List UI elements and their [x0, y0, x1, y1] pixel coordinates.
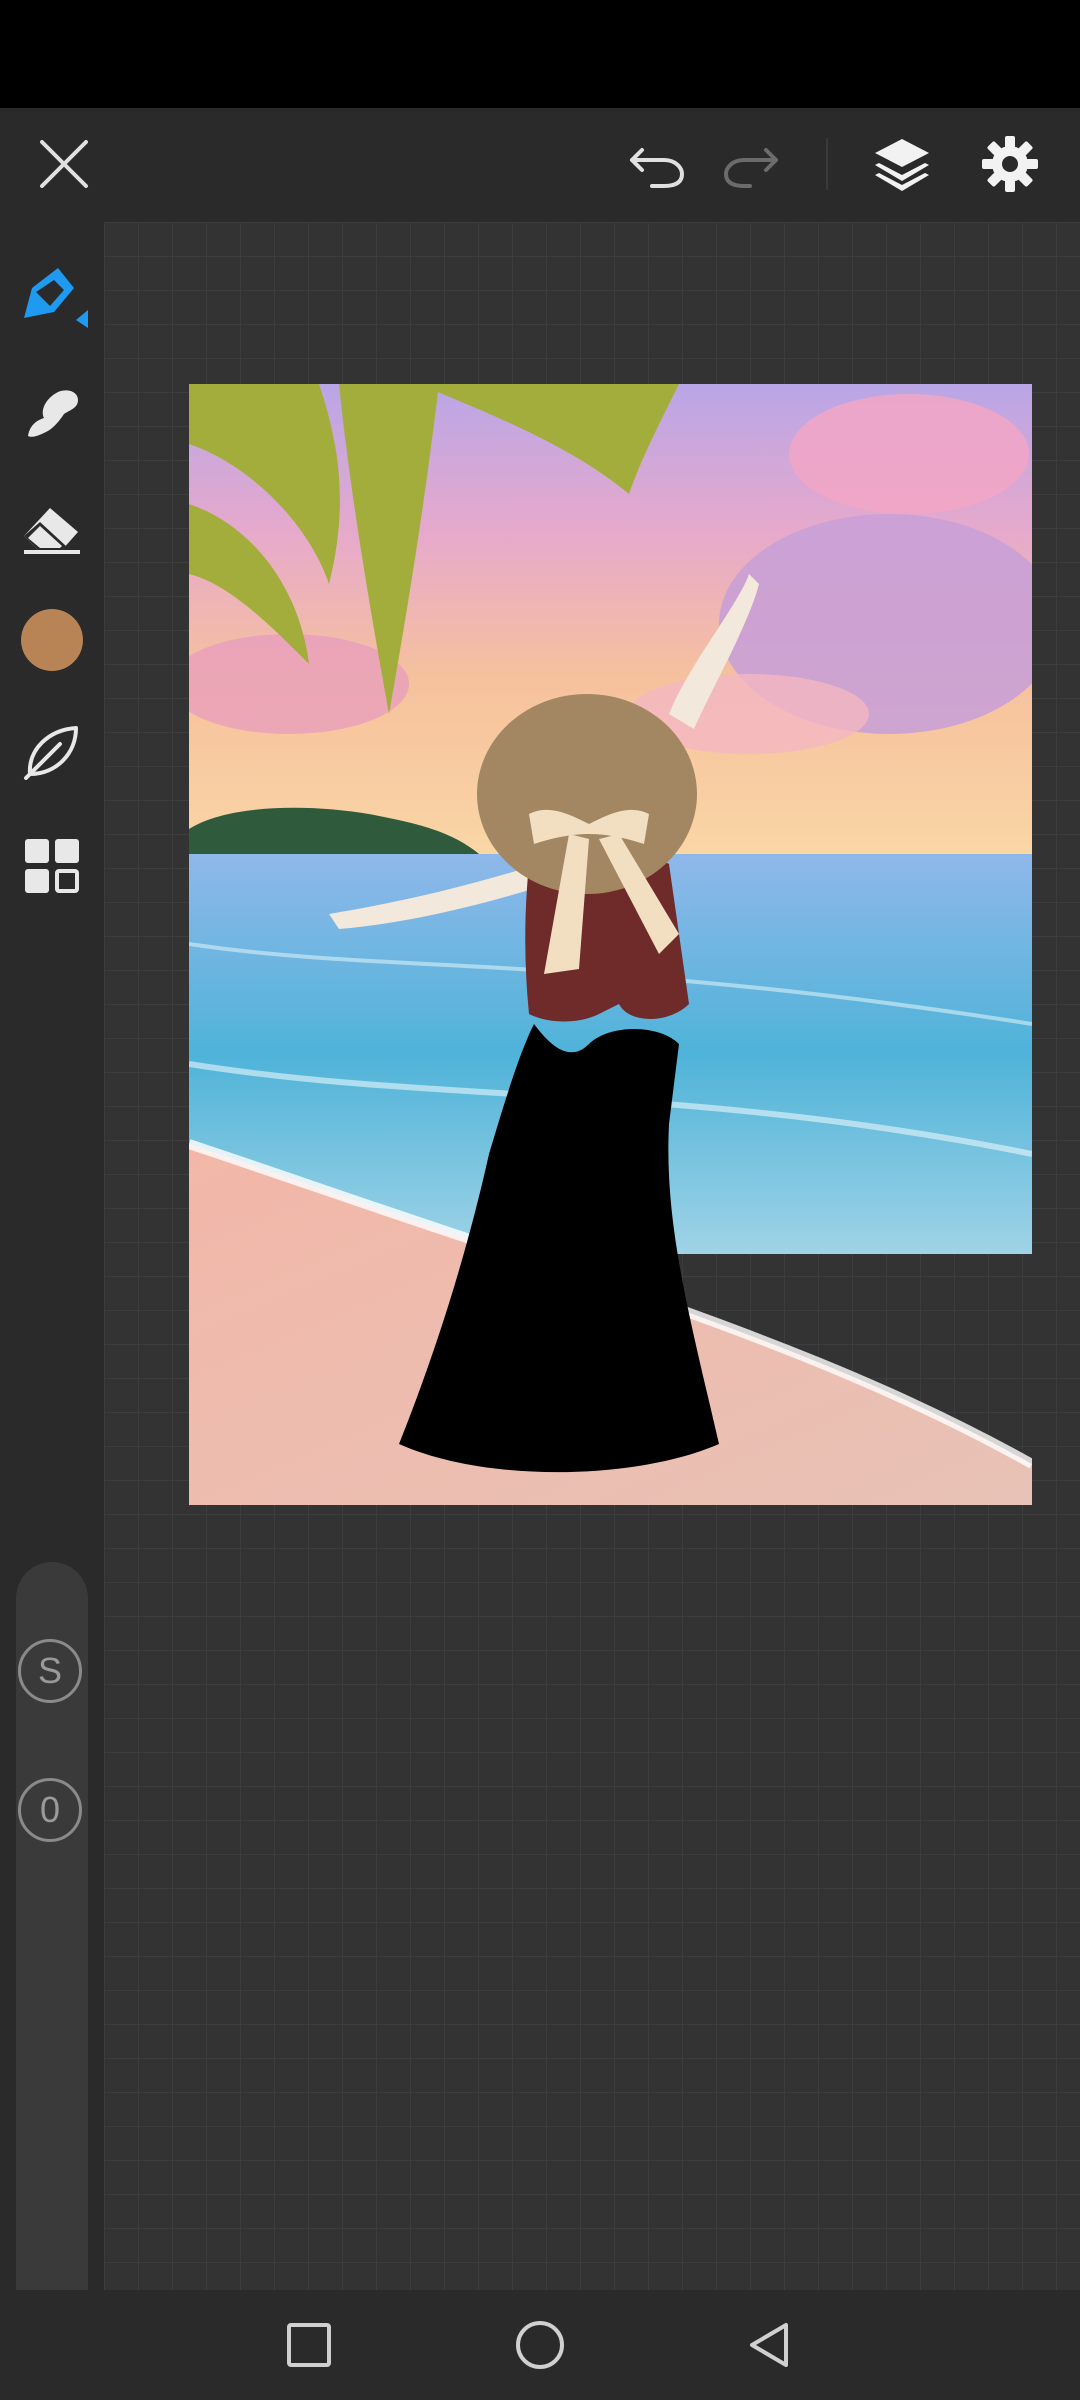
brush-library-button[interactable]: [12, 712, 92, 792]
artwork-canvas[interactable]: [189, 384, 1032, 1505]
smudge-tool-icon: [28, 390, 78, 437]
stabilizer-button[interactable]: S: [18, 1639, 82, 1703]
undo-icon: [630, 148, 685, 188]
leaf-brush-icon: [24, 726, 78, 780]
top-toolbar: [0, 108, 1080, 222]
circle-icon: [516, 2321, 564, 2369]
home-button[interactable]: [500, 2305, 580, 2385]
layers-icon: [875, 139, 929, 191]
status-bar: [0, 0, 1080, 108]
undo-button[interactable]: [616, 124, 696, 204]
triangle-back-icon: [750, 2323, 788, 2367]
toolbar-divider: [826, 138, 828, 190]
system-nav-bar: [0, 2290, 1080, 2400]
tool-sidebar: S 0: [0, 222, 104, 2372]
redo-icon: [723, 148, 778, 188]
recents-button[interactable]: [269, 2305, 349, 2385]
artwork-image: [189, 384, 1032, 1505]
close-button[interactable]: [24, 124, 104, 204]
settings-button[interactable]: [970, 124, 1050, 204]
back-button[interactable]: [730, 2305, 810, 2385]
gear-icon: [982, 136, 1038, 192]
eraser-tool-button[interactable]: [12, 484, 92, 564]
color-button[interactable]: [12, 600, 92, 680]
stabilizer-label: S: [37, 1650, 62, 1691]
close-icon: [40, 140, 88, 188]
smudge-tool-button[interactable]: [12, 372, 92, 452]
layers-button[interactable]: [862, 124, 942, 204]
eraser-tool-icon: [24, 508, 80, 554]
opacity-button[interactable]: 0: [18, 1778, 82, 1842]
redo-button[interactable]: [712, 124, 792, 204]
widgets-button[interactable]: [12, 826, 92, 906]
pen-tool-icon: [24, 268, 88, 328]
square-icon: [287, 2323, 331, 2367]
opacity-label: 0: [39, 1789, 61, 1830]
color-swatch: [21, 609, 83, 671]
grid-icon: [25, 839, 79, 893]
pen-tool-button[interactable]: [12, 256, 92, 336]
